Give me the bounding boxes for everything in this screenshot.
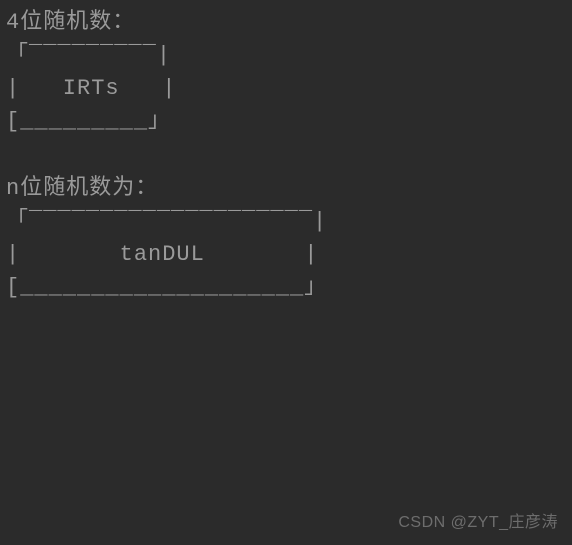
- section-spacer: [6, 138, 572, 172]
- watermark: CSDN @ZYT_庄彦涛: [398, 511, 558, 535]
- section1-title: 4位随机数：: [6, 6, 572, 39]
- section2-title: n位随机数为：: [6, 172, 572, 205]
- section2-box-bottom: [____________________」: [6, 271, 572, 304]
- section1-box-top: 「‾‾‾‾‾‾‾‾‾|: [6, 39, 572, 72]
- section1-box-middle: | IRTs |: [6, 72, 572, 105]
- section2-box-middle: | tanDUL |: [6, 238, 572, 271]
- section1-box-bottom: [_________」: [6, 105, 572, 138]
- section2-box-top: 「‾‾‾‾‾‾‾‾‾‾‾‾‾‾‾‾‾‾‾‾|: [6, 205, 572, 238]
